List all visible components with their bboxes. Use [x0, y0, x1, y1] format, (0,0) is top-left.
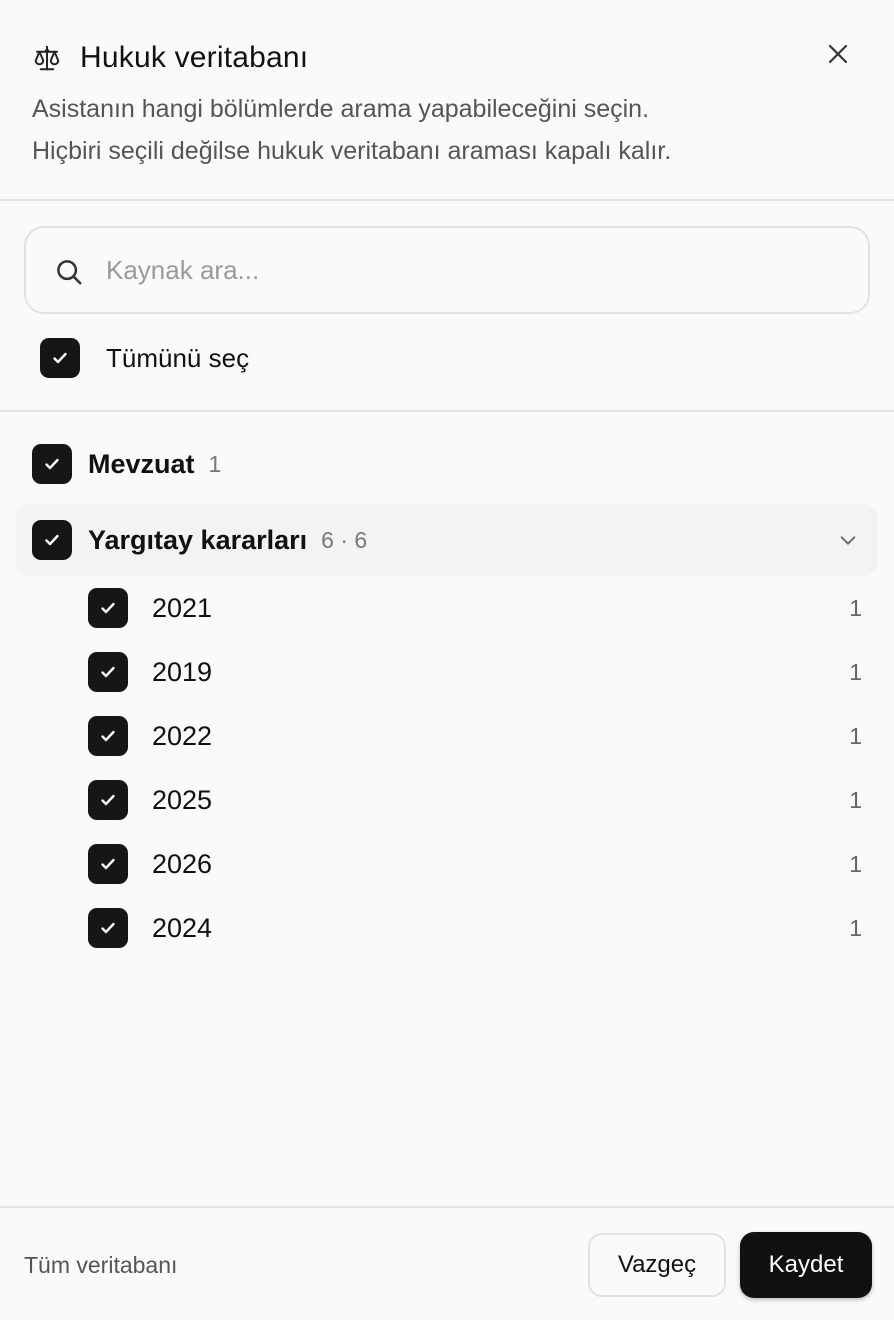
year-checkbox[interactable] — [88, 844, 128, 884]
year-row[interactable]: 2025 1 — [88, 780, 878, 820]
title-row: Hukuk veritabanı — [32, 38, 308, 78]
dialog-description: Asistanın hangi bölümlerde arama yapabil… — [32, 88, 832, 172]
check-icon — [101, 922, 115, 934]
scale-icon — [32, 43, 62, 73]
description-line-1: Asistanın hangi bölümlerde arama yapabil… — [32, 95, 650, 123]
year-count: 1 — [849, 786, 862, 813]
close-button[interactable] — [820, 38, 856, 74]
year-label: 2022 — [152, 720, 213, 751]
search-icon — [54, 257, 84, 287]
year-count: 1 — [849, 850, 862, 877]
group-name: Yargıtay kararları — [88, 524, 308, 555]
group-row-mevzuat[interactable]: Mevzuat 1 — [16, 428, 878, 500]
check-icon — [101, 602, 115, 614]
check-icon — [101, 666, 115, 678]
scope-label: Tüm veritabanı — [24, 1252, 178, 1278]
dialog-footer: Tüm veritabanı Vazgeç Kaydet — [0, 1206, 894, 1320]
group-count: 1 — [208, 450, 222, 477]
year-row[interactable]: 2024 1 — [88, 908, 878, 948]
year-count: 1 — [849, 722, 862, 749]
year-checkbox[interactable] — [88, 652, 128, 692]
check-icon — [45, 458, 59, 470]
check-icon — [101, 794, 115, 806]
year-label: 2025 — [152, 784, 213, 815]
year-row[interactable]: 2021 1 — [88, 588, 878, 628]
year-row[interactable]: 2022 1 — [88, 716, 878, 756]
group-checkbox-mevzuat[interactable] — [32, 444, 72, 484]
check-icon — [101, 730, 115, 742]
select-all-label: Tümünü seç — [106, 342, 250, 373]
select-all-checkbox[interactable] — [40, 338, 80, 378]
search-box[interactable] — [24, 226, 870, 314]
year-count: 1 — [849, 594, 862, 621]
legal-database-dialog: Hukuk veritabanı Asistanın hangi bölümle… — [0, 0, 894, 1320]
check-icon — [101, 858, 115, 870]
group-count: 6 · 6 — [321, 526, 368, 553]
year-label: 2021 — [152, 592, 213, 623]
year-label: 2024 — [152, 912, 213, 943]
check-icon — [53, 352, 67, 364]
group-name: Mevzuat — [88, 448, 195, 479]
chevron-down-icon[interactable] — [834, 526, 862, 554]
year-checkbox[interactable] — [88, 588, 128, 628]
save-button[interactable]: Kaydet — [740, 1232, 872, 1298]
year-row[interactable]: 2026 1 — [88, 844, 878, 884]
close-icon[interactable] — [826, 42, 850, 71]
year-label: 2019 — [152, 656, 213, 687]
year-label: 2026 — [152, 848, 213, 879]
dialog-header: Hukuk veritabanı Asistanın hangi bölümle… — [0, 0, 894, 201]
year-checkbox[interactable] — [88, 908, 128, 948]
group-checkbox-yargitay[interactable] — [32, 520, 72, 560]
search-input[interactable] — [106, 228, 846, 312]
divider — [0, 410, 894, 412]
year-row[interactable]: 2019 1 — [88, 652, 878, 692]
description-line-2: Hiçbiri seçili değilse hukuk veritabanı … — [32, 137, 672, 165]
cancel-button[interactable]: Vazgeç — [588, 1233, 726, 1297]
year-checkbox[interactable] — [88, 780, 128, 820]
select-all-row[interactable]: Tümünü seç — [40, 338, 249, 378]
check-icon — [45, 534, 59, 546]
year-count: 1 — [849, 914, 862, 941]
year-count: 1 — [849, 658, 862, 685]
year-checkbox[interactable] — [88, 716, 128, 756]
dialog-title: Hukuk veritabanı — [80, 41, 309, 74]
group-row-yargitay[interactable]: Yargıtay kararları 6 · 6 — [16, 504, 878, 576]
